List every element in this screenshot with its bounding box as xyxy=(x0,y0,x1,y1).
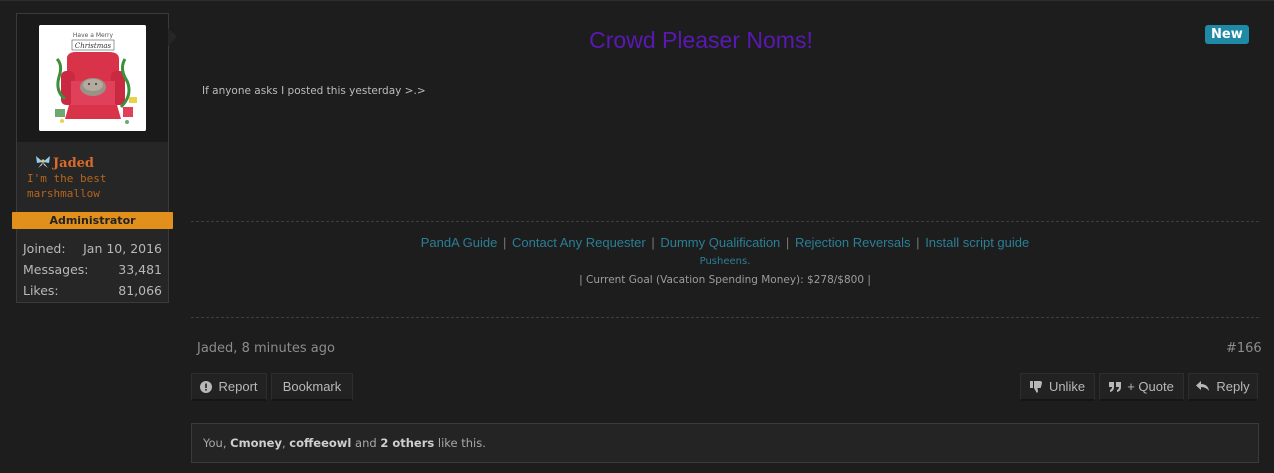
message-user-info: Have a Merry Christmas Jaded I'm the bes… xyxy=(12,13,177,303)
link-separator: | xyxy=(503,235,507,250)
signature-link-panda-guide[interactable]: PandA Guide xyxy=(421,235,498,250)
reply-label: Reply xyxy=(1216,379,1250,394)
stat-likes: Likes: 81,066 xyxy=(23,280,162,301)
link-separator: | xyxy=(916,235,920,250)
unlike-label: Unlike xyxy=(1048,379,1086,394)
reply-arrow-icon xyxy=(1196,381,1210,392)
signature-link-install-script-guide[interactable]: Install script guide xyxy=(925,235,1029,250)
quote-icon xyxy=(1109,381,1122,392)
stat-joined: Joined: Jan 10, 2016 xyxy=(23,238,162,259)
stat-value[interactable]: 33,481 xyxy=(118,259,162,280)
link-separator: | xyxy=(651,235,655,250)
fairy-icon xyxy=(35,154,51,173)
avatar[interactable]: Have a Merry Christmas xyxy=(39,25,146,131)
unlike-button[interactable]: Unlike xyxy=(1020,373,1095,401)
quote-label: + Quote xyxy=(1127,379,1174,394)
reply-button[interactable]: Reply xyxy=(1188,373,1258,401)
report-button[interactable]: Report xyxy=(191,373,267,401)
user-custom-title: I'm the best marshmallow xyxy=(27,172,107,200)
signature-subtext[interactable]: Pusheens. xyxy=(191,256,1259,267)
stat-messages: Messages: 33,481 xyxy=(23,259,162,280)
report-label: Report xyxy=(218,379,258,394)
likes-summary: You, Cmoney, coffeeowl and 2 others like… xyxy=(191,423,1259,463)
stat-value: 81,066 xyxy=(118,283,162,298)
link-separator: | xyxy=(785,235,790,250)
likes-prefix: You, xyxy=(203,436,231,450)
stat-label: Joined: xyxy=(23,241,66,256)
signature-links: PandA Guide | Contact Any Requester | Du… xyxy=(191,235,1259,250)
avatar-pointer-arrow xyxy=(168,28,177,46)
likes-others-link[interactable]: 2 others xyxy=(380,436,434,450)
likes-suffix: like this. xyxy=(434,436,486,450)
meta-divider xyxy=(191,317,1259,318)
stat-value: Jan 10, 2016 xyxy=(83,241,162,256)
stat-label: Messages: xyxy=(23,262,89,277)
role-ribbon: Administrator xyxy=(12,212,173,229)
bookmark-label: Bookmark xyxy=(282,379,342,394)
signature-goal: | Current Goal (Vacation Spending Money)… xyxy=(579,274,871,286)
post-number-link[interactable]: #166 xyxy=(1226,341,1262,356)
svg-text:Christmas: Christmas xyxy=(75,42,112,50)
christmas-armchair-avatar-image: Have a Merry Christmas xyxy=(39,25,146,131)
thumbs-down-icon xyxy=(1029,380,1043,393)
svg-text:Have a Merry: Have a Merry xyxy=(73,32,114,39)
post-title: Crowd Pleaser Noms! xyxy=(589,27,813,53)
signature-divider xyxy=(191,221,1259,222)
quote-button[interactable]: + Quote xyxy=(1099,373,1184,401)
warning-circle-icon xyxy=(200,380,213,393)
username-row: Jaded xyxy=(35,154,94,172)
liker-link[interactable]: coffeeowl xyxy=(289,436,351,450)
new-post-badge: New xyxy=(1205,25,1249,44)
signature-link-contact-requester[interactable]: Contact Any Requester xyxy=(512,235,646,250)
stat-label: Likes: xyxy=(23,283,59,298)
bookmark-button[interactable]: Bookmark xyxy=(271,373,353,401)
avatar-container: Have a Merry Christmas xyxy=(17,14,168,142)
username-link[interactable]: Jaded xyxy=(53,156,94,171)
user-stats: Joined: Jan 10, 2016 Messages: 33,481 Li… xyxy=(23,238,162,301)
liker-link[interactable]: Cmoney xyxy=(230,436,282,450)
signature-link-rejection-reversals[interactable]: Rejection Reversals xyxy=(795,235,911,250)
signature-link-dummy-qualification[interactable]: Dummy Qualification xyxy=(660,235,780,250)
likes-and: and xyxy=(351,436,381,450)
post-body: If anyone asks I posted this yesterday >… xyxy=(202,85,426,97)
post-author-time[interactable]: Jaded, 8 minutes ago xyxy=(197,341,335,356)
